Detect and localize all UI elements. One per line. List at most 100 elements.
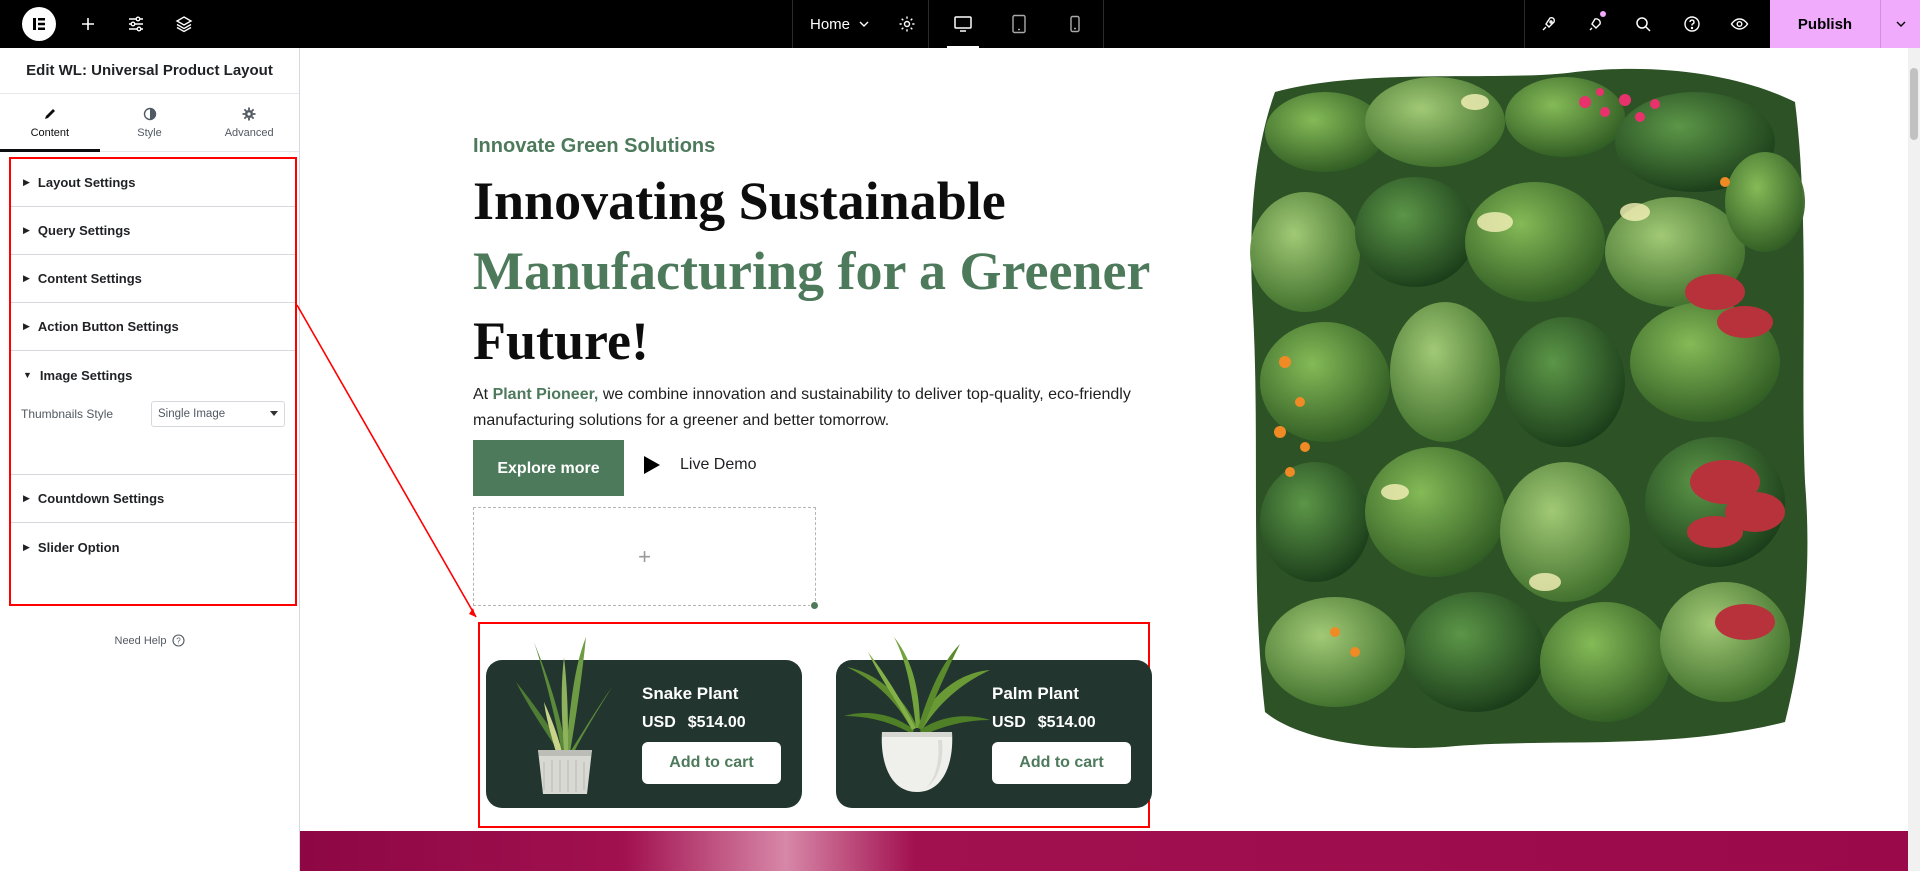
svg-text:?: ? (177, 637, 182, 646)
headline-line-3: Future! (473, 311, 649, 371)
tab-label: Style (137, 126, 162, 139)
hero-description[interactable]: At Plant Pioneer, we combine innovation … (473, 382, 1163, 434)
price-value: $514.00 (1037, 714, 1096, 731)
caret-down-icon: ▼ (23, 370, 32, 380)
launch-icon[interactable] (1525, 0, 1573, 48)
gear-icon (242, 107, 256, 120)
device-switcher (935, 0, 1104, 48)
help-icon[interactable] (1668, 0, 1716, 48)
headline-line-2: Manufacturing for a Greener (473, 241, 1151, 301)
settings-sliders-icon[interactable] (112, 0, 160, 48)
section-query-settings[interactable]: ▶ Query Settings (11, 207, 295, 255)
add-to-cart-button[interactable]: Add to cart (992, 742, 1131, 784)
add-icon: + (638, 543, 651, 569)
live-demo-label: Live Demo (680, 456, 757, 473)
need-help-link[interactable]: Need Help ? (0, 634, 300, 647)
page-settings-icon[interactable] (886, 0, 928, 48)
lead-prefix: At (473, 386, 493, 403)
preview-canvas: Innovate Green Solutions Innovating Sust… (300, 48, 1920, 871)
add-widget-placeholder[interactable]: + (473, 507, 816, 606)
caret-right-icon: ▶ (23, 273, 30, 283)
section-label: Layout Settings (37, 175, 136, 190)
publish-button[interactable]: Publish (1770, 16, 1880, 33)
section-layout-settings[interactable]: ▶ Layout Settings (11, 159, 295, 207)
section-slider-option[interactable]: ▶ Slider Option (11, 523, 295, 571)
editor-panel: Edit WL: Universal Product Layout Conten… (0, 48, 300, 871)
notifications-icon[interactable] (1573, 0, 1621, 48)
section-label: Content Settings (37, 271, 142, 286)
caret-down-icon (270, 411, 278, 416)
topbar-actions (1524, 0, 1763, 48)
layers-icon[interactable] (160, 0, 208, 48)
tab-label: Advanced (224, 126, 274, 139)
notification-dot (1599, 11, 1606, 17)
product-name[interactable]: Palm Plant (992, 684, 1079, 704)
section-label: Query Settings (37, 223, 131, 238)
thumbnails-style-select[interactable]: Single Image (151, 401, 285, 427)
section-action-button-settings[interactable]: ▶ Action Button Settings (11, 303, 295, 351)
section-countdown-settings[interactable]: ▶ Countdown Settings (11, 475, 295, 523)
hero-headline[interactable]: Innovating Sustainable Manufacturing for… (473, 166, 1173, 376)
hero-eyebrow[interactable]: Innovate Green Solutions (473, 135, 715, 158)
pencil-icon (44, 108, 55, 119)
top-bar: Home Publish (0, 0, 1920, 48)
tablet-icon[interactable] (991, 0, 1047, 48)
section-label: Slider Option (37, 539, 120, 555)
section-content-settings[interactable]: ▶ Content Settings (11, 255, 295, 303)
brand-name: Plant Pioneer, (492, 386, 599, 403)
product-price: USD $514.00 (992, 714, 1096, 732)
page-controls: Home (792, 0, 930, 48)
thumbnails-style-label: Thumbnails Style (21, 407, 114, 421)
search-icon[interactable] (1620, 0, 1668, 48)
palm-plant-image (844, 637, 990, 792)
elementor-logo-icon[interactable] (22, 7, 56, 41)
preview-icon[interactable] (1715, 0, 1763, 48)
headline-line-1: Innovating Sustainable (473, 171, 1006, 231)
page-selector[interactable]: Home (793, 0, 886, 48)
caret-right-icon: ▶ (23, 177, 30, 187)
add-icon[interactable] (64, 0, 112, 48)
caret-right-icon: ▶ (23, 321, 30, 331)
tab-content[interactable]: Content (0, 94, 100, 152)
tab-style[interactable]: Style (100, 94, 200, 151)
select-value: Single Image (158, 408, 226, 420)
section-image-settings[interactable]: ▼ Image Settings (11, 351, 295, 399)
contrast-icon (143, 107, 156, 120)
thumbnails-style-control: Thumbnails Style Single Image (21, 399, 285, 429)
live-demo-button[interactable]: Live Demo (640, 454, 756, 476)
section-label: Image Settings (39, 367, 133, 383)
panel-title: Edit WL: Universal Product Layout (0, 48, 299, 94)
image-settings-body: Thumbnails Style Single Image (11, 399, 295, 475)
chevron-down-icon (859, 21, 869, 27)
panel-tabs: Content Style Advanced (0, 94, 299, 152)
add-to-cart-button[interactable]: Add to cart (642, 742, 781, 784)
settings-sections: ▶ Layout Settings ▶ Query Settings ▶ Con… (9, 157, 297, 606)
caret-right-icon: ▶ (23, 225, 30, 235)
product-name[interactable]: Snake Plant (642, 684, 738, 704)
scroll-thumb[interactable] (1910, 68, 1918, 140)
next-section-banner (300, 831, 1920, 871)
section-label: Countdown Settings (37, 491, 165, 506)
snake-plant-image (516, 637, 612, 794)
help-icon: ? (172, 634, 186, 647)
publish-group: Publish (1770, 0, 1920, 48)
publish-options-button[interactable] (1880, 0, 1920, 48)
page-name: Home (810, 15, 851, 33)
vertical-garden-image[interactable] (1245, 62, 1815, 752)
product-card[interactable]: Palm Plant USD $514.00 Add to cart (836, 637, 1152, 808)
caret-right-icon: ▶ (23, 541, 30, 552)
product-price: USD $514.00 (642, 714, 746, 732)
product-layout-widget[interactable]: Snake Plant USD $514.00 Add to cart Palm… (478, 622, 1152, 828)
product-card[interactable]: Snake Plant USD $514.00 Add to cart (486, 637, 802, 808)
desktop-icon[interactable] (935, 0, 991, 48)
resize-handle[interactable] (810, 601, 819, 610)
caret-right-icon: ▶ (23, 493, 30, 503)
canvas-scrollbar[interactable] (1908, 48, 1920, 871)
currency: USD (642, 714, 676, 731)
chevron-down-icon (1896, 21, 1905, 27)
tab-advanced[interactable]: Advanced (199, 94, 299, 151)
explore-more-button[interactable]: Explore more (473, 440, 624, 496)
section-label: Action Button Settings (37, 319, 179, 334)
mobile-icon[interactable] (1047, 0, 1103, 48)
currency: USD (992, 714, 1026, 731)
